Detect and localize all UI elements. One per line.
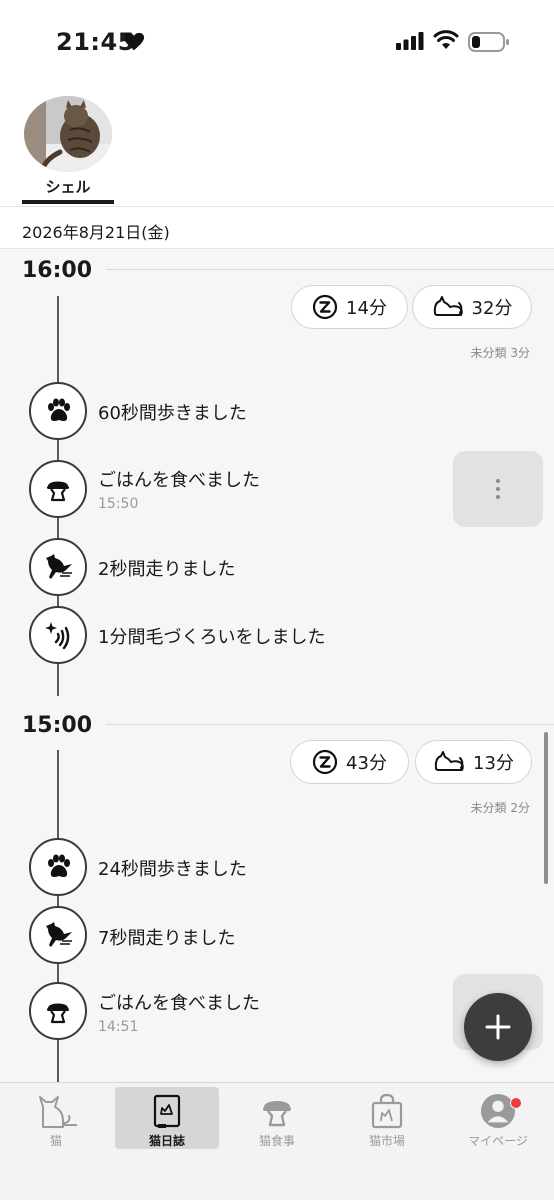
timeline-line <box>57 296 59 392</box>
more-dots-icon <box>496 487 500 491</box>
event-icon-eat <box>29 982 87 1040</box>
sleep-z-icon <box>312 294 338 320</box>
wifi-icon <box>433 30 459 49</box>
nav-label: 猫市場 <box>368 1134 405 1148</box>
event-icon-groom <box>29 606 87 664</box>
event-text: ごはんを食べました <box>98 470 260 491</box>
nav-diary[interactable]: 猫日誌 <box>115 1087 219 1149</box>
heart-icon <box>123 32 145 51</box>
nav-food[interactable]: 猫食事 <box>225 1087 329 1149</box>
date-bar[interactable]: 2026年8月21日(金) <box>0 207 554 249</box>
nav-label: 猫 <box>49 1134 62 1148</box>
event-text: 60秒間歩きました <box>98 403 247 424</box>
rest-duration-value: 13分 <box>473 753 514 774</box>
sleep-duration-pill[interactable]: 14分 <box>291 285 408 329</box>
event-icon-run <box>29 538 87 596</box>
sleep-z-icon <box>312 749 338 775</box>
cat-name-label: シェル <box>45 178 91 196</box>
more-dots-icon <box>496 479 500 483</box>
event-time: 15:50 <box>98 496 139 512</box>
sleep-duration-value: 14分 <box>346 298 387 319</box>
more-dots-icon <box>496 495 500 499</box>
uncategorized-duration: 未分類 2分 <box>470 801 530 815</box>
plus-icon <box>485 1014 511 1040</box>
hour-divider <box>106 724 554 725</box>
event-time: 14:51 <box>98 1019 139 1035</box>
timeline-line <box>57 1040 59 1082</box>
uncategorized-duration: 未分類 3分 <box>470 346 530 360</box>
hour-label: 15:00 <box>22 713 93 738</box>
date-label: 2026年8月21日(金) <box>22 223 170 242</box>
cat-icon <box>39 1096 77 1128</box>
event-icon-walk <box>29 382 87 440</box>
sleep-duration-value: 43分 <box>346 753 387 774</box>
lying-cat-icon <box>434 751 464 771</box>
grooming-icon <box>45 622 70 650</box>
scrollbar[interactable] <box>544 732 548 884</box>
cat-tab-shell[interactable]: シェル <box>22 94 114 206</box>
event-text: ごはんを食べました <box>98 993 260 1014</box>
event-text: 2秒間走りました <box>98 559 236 580</box>
lying-cat-icon <box>433 296 463 316</box>
battery-icon <box>468 32 509 52</box>
rest-duration-pill[interactable]: 32分 <box>412 285 532 329</box>
nav-cat[interactable]: 猫 <box>4 1087 108 1149</box>
event-text: 24秒間歩きました <box>98 859 247 880</box>
selected-tab-indicator <box>22 200 114 204</box>
running-cat-icon <box>46 554 72 579</box>
food-bowl-icon <box>47 481 69 502</box>
sleep-duration-pill[interactable]: 43分 <box>290 740 409 784</box>
hour-divider <box>106 269 554 270</box>
event-icon-walk <box>29 838 87 896</box>
event-text: 1分間毛づくろいをしました <box>98 627 326 648</box>
nav-label: 猫食事 <box>258 1134 295 1148</box>
paw-icon <box>48 398 70 421</box>
nav-label: 猫日誌 <box>148 1134 185 1148</box>
rest-duration-pill[interactable]: 13分 <box>415 740 532 784</box>
notification-badge <box>510 1097 522 1109</box>
cellular-signal-icon <box>396 32 424 50</box>
timeline-line <box>57 750 59 840</box>
bottom-navigation: 猫 猫日誌 猫食事 猫市場 マイページ <box>0 1082 554 1200</box>
hour-label: 16:00 <box>22 258 93 283</box>
nav-label: マイページ <box>468 1134 528 1148</box>
cat-avatar <box>24 96 112 172</box>
food-bowl-icon <box>263 1101 291 1127</box>
event-icon-run <box>29 906 87 964</box>
timeline-line <box>57 662 59 696</box>
cat-selector-header: シェル <box>0 84 554 207</box>
shopping-bag-icon <box>371 1093 403 1129</box>
rest-duration-value: 32分 <box>471 298 513 319</box>
event-text: 7秒間走りました <box>98 928 236 949</box>
timeline-line <box>57 964 59 984</box>
running-cat-icon <box>46 922 72 947</box>
status-bar: 21:45 <box>0 0 554 84</box>
paw-icon <box>48 854 70 877</box>
event-more-button[interactable] <box>453 451 543 527</box>
event-icon-eat <box>29 460 87 518</box>
add-record-button[interactable] <box>464 993 532 1061</box>
food-bowl-icon <box>47 1003 69 1024</box>
nav-market[interactable]: 猫市場 <box>335 1087 439 1149</box>
diary-icon <box>153 1094 181 1128</box>
nav-mypage[interactable]: マイページ <box>446 1087 550 1149</box>
